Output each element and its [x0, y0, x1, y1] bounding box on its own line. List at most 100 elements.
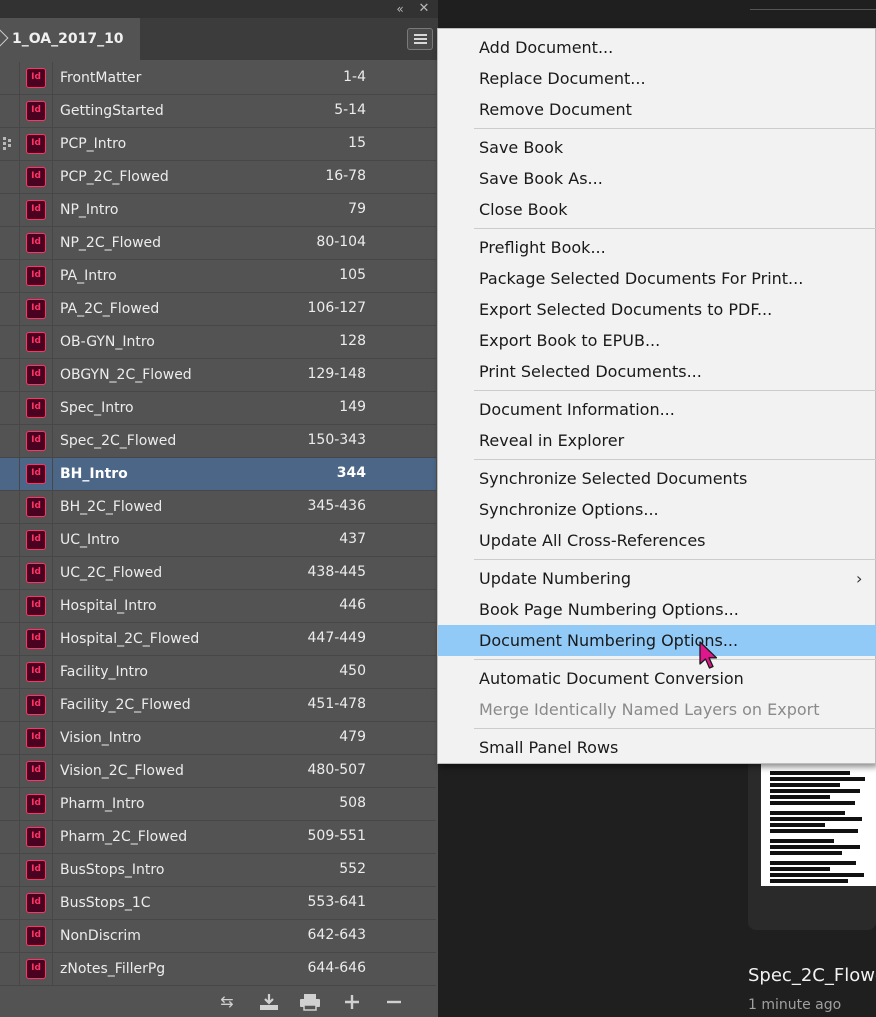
- menu-item[interactable]: Save Book: [438, 132, 876, 163]
- document-list: Id FrontMatter 1-4 Id GettingStarted 5-14 Id PC…: [0, 62, 436, 986]
- document-row[interactable]: Id NP_2C_Flowed 80-104: [0, 227, 436, 260]
- document-row[interactable]: Id Facility_2C_Flowed 451-478: [0, 689, 436, 722]
- document-status-cell: [0, 425, 20, 457]
- column-divider: [52, 161, 53, 193]
- menu-separator: [474, 228, 876, 229]
- column-divider: [52, 557, 53, 589]
- menu-item[interactable]: Export Book to EPUB...: [438, 325, 876, 356]
- submenu-arrow-icon: ›: [856, 569, 863, 588]
- menu-item[interactable]: Document Information...: [438, 394, 876, 425]
- document-row[interactable]: Id BH_2C_Flowed 345-436: [0, 491, 436, 524]
- save-book-icon[interactable]: [257, 992, 281, 1012]
- print-book-icon[interactable]: [298, 992, 322, 1012]
- document-row[interactable]: Id NP_Intro 79: [0, 194, 436, 227]
- menu-item[interactable]: Small Panel Rows: [438, 732, 876, 763]
- document-row[interactable]: Id PCP_Intro 15: [0, 128, 436, 161]
- document-row[interactable]: Id BusStops_1C 553-641: [0, 887, 436, 920]
- indesign-document-icon: Id: [26, 530, 46, 550]
- menu-item[interactable]: Book Page Numbering Options...: [438, 594, 876, 625]
- menu-item[interactable]: Synchronize Selected Documents: [438, 463, 876, 494]
- recent-file-name[interactable]: Spec_2C_Flowed: [748, 965, 876, 986]
- document-row[interactable]: Id FrontMatter 1-4: [0, 62, 436, 95]
- column-divider: [52, 458, 53, 490]
- menu-item[interactable]: Automatic Document Conversion: [438, 663, 876, 694]
- document-row[interactable]: Id UC_2C_Flowed 438-445: [0, 557, 436, 590]
- document-status-cell: [0, 557, 20, 589]
- document-row[interactable]: Id UC_Intro 437: [0, 524, 436, 557]
- menu-item[interactable]: Add Document...: [438, 32, 876, 63]
- column-divider: [52, 491, 53, 523]
- menu-item[interactable]: Save Book As...: [438, 163, 876, 194]
- document-row[interactable]: Id GettingStarted 5-14: [0, 95, 436, 128]
- document-row[interactable]: Id zNotes_FillerPg 644-646: [0, 953, 436, 986]
- menu-item-label: Synchronize Selected Documents: [479, 469, 748, 488]
- document-name: Spec_Intro: [60, 400, 134, 416]
- column-divider: [52, 920, 53, 952]
- document-open-icon: [3, 137, 12, 151]
- document-row[interactable]: Id Spec_Intro 149: [0, 392, 436, 425]
- document-name: NP_Intro: [60, 202, 119, 218]
- document-status-cell: [0, 227, 20, 259]
- document-row[interactable]: Id BusStops_Intro 552: [0, 854, 436, 887]
- menu-item[interactable]: Package Selected Documents For Print...: [438, 263, 876, 294]
- document-row[interactable]: Id Vision_2C_Flowed 480-507: [0, 755, 436, 788]
- indesign-document-icon: Id: [26, 167, 46, 187]
- menu-separator: [474, 728, 876, 729]
- menu-item-label: Save Book: [479, 138, 564, 157]
- panel-menu-button[interactable]: [407, 28, 433, 50]
- document-name: GettingStarted: [60, 103, 164, 119]
- document-name: BusStops_Intro: [60, 862, 165, 878]
- menu-item[interactable]: Print Selected Documents...: [438, 356, 876, 387]
- menu-item[interactable]: Synchronize Options...: [438, 494, 876, 525]
- indesign-document-icon: Id: [26, 200, 46, 220]
- book-tab[interactable]: 1_OA_2017_10: [0, 18, 140, 60]
- document-row[interactable]: Id Vision_Intro 479: [0, 722, 436, 755]
- indesign-document-icon: Id: [26, 134, 46, 154]
- document-name: Vision_2C_Flowed: [60, 763, 184, 779]
- menu-item[interactable]: Replace Document...: [438, 63, 876, 94]
- close-panel-icon[interactable]: ✕: [416, 1, 432, 17]
- remove-document-icon[interactable]: [382, 992, 406, 1012]
- document-status-cell: [0, 623, 20, 655]
- menu-item-label: Export Selected Documents to PDF...: [479, 300, 773, 319]
- recent-file-card[interactable]: [748, 740, 876, 930]
- menu-item[interactable]: Preflight Book...: [438, 232, 876, 263]
- document-row[interactable]: Id OB-GYN_Intro 128: [0, 326, 436, 359]
- book-icon: [0, 29, 9, 47]
- document-status-cell: [0, 656, 20, 688]
- document-row[interactable]: Id BH_Intro 344: [0, 458, 436, 491]
- menu-item[interactable]: Export Selected Documents to PDF...: [438, 294, 876, 325]
- document-page-range: 150-343: [307, 432, 367, 448]
- document-row[interactable]: Id Facility_Intro 450: [0, 656, 436, 689]
- column-divider: [52, 755, 53, 787]
- document-row[interactable]: Id PA_2C_Flowed 106-127: [0, 293, 436, 326]
- document-name: Hospital_2C_Flowed: [60, 631, 200, 647]
- menu-item[interactable]: Remove Document: [438, 94, 876, 125]
- document-name: BH_2C_Flowed: [60, 499, 163, 515]
- document-row[interactable]: Id Pharm_2C_Flowed 509-551: [0, 821, 436, 854]
- document-page-range: 642-643: [307, 927, 367, 943]
- mouse-pointer-icon: [699, 641, 718, 669]
- indesign-document-icon: Id: [26, 893, 46, 913]
- document-row[interactable]: Id Spec_2C_Flowed 150-343: [0, 425, 436, 458]
- collapse-panel-icon[interactable]: «: [392, 1, 408, 17]
- menu-item[interactable]: Document Numbering Options...: [438, 625, 876, 656]
- document-row[interactable]: Id Pharm_Intro 508: [0, 788, 436, 821]
- panel-title-bar: « ✕: [0, 0, 438, 18]
- document-row[interactable]: Id PA_Intro 105: [0, 260, 436, 293]
- document-row[interactable]: Id NonDiscrim 642-643: [0, 920, 436, 953]
- document-row[interactable]: Id OBGYN_2C_Flowed 129-148: [0, 359, 436, 392]
- menu-item[interactable]: Update Numbering ›: [438, 563, 876, 594]
- menu-item[interactable]: Update All Cross-References: [438, 525, 876, 556]
- add-document-icon[interactable]: [340, 992, 364, 1012]
- panel-tab-bar: 1_OA_2017_10: [0, 18, 438, 60]
- column-divider: [52, 656, 53, 688]
- document-page-range: 1-4: [343, 69, 366, 85]
- menu-item[interactable]: Reveal in Explorer: [438, 425, 876, 456]
- document-row[interactable]: Id Hospital_Intro 446: [0, 590, 436, 623]
- document-status-cell: [0, 161, 20, 193]
- synchronize-icon[interactable]: ⇆: [215, 992, 239, 1012]
- menu-item[interactable]: Close Book: [438, 194, 876, 225]
- document-row[interactable]: Id PCP_2C_Flowed 16-78: [0, 161, 436, 194]
- document-row[interactable]: Id Hospital_2C_Flowed 447-449: [0, 623, 436, 656]
